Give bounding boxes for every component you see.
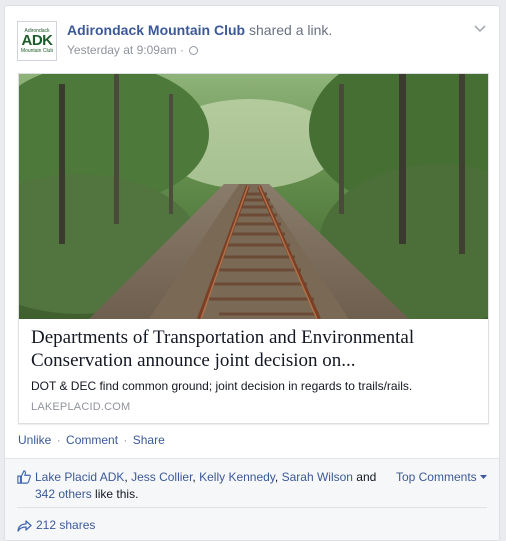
like-icon <box>17 470 31 484</box>
liker-link[interactable]: Jess Collier <box>131 470 192 484</box>
likes-summary: Lake Placid ADK, Jess Collier, Kelly Ken… <box>17 469 487 503</box>
share-icon <box>17 520 32 532</box>
meta-separator: · <box>179 43 184 57</box>
timestamp-link[interactable]: Yesterday at 9:09am <box>67 43 177 57</box>
link-preview[interactable]: Departments of Transportation and Enviro… <box>18 73 489 424</box>
shares-link[interactable]: 212 shares <box>17 518 95 532</box>
post-meta: Yesterday at 9:09am · <box>67 43 199 57</box>
chevron-down-icon[interactable] <box>473 24 487 38</box>
top-comments-label: Top Comments <box>395 470 477 484</box>
link-title[interactable]: Departments of Transportation and Enviro… <box>31 326 476 372</box>
liker-link[interactable]: Lake Placid ADK <box>35 470 124 484</box>
post-header: Adirondack ADK Mountain Club Adirondack … <box>17 18 487 62</box>
author-name-link[interactable]: Adirondack Mountain Club <box>67 22 245 38</box>
page-avatar[interactable]: Adirondack ADK Mountain Club <box>17 21 57 61</box>
list-and: and <box>352 470 377 484</box>
others-link[interactable]: 342 others <box>35 487 92 501</box>
action-separator: · <box>123 433 128 447</box>
divider <box>17 507 487 508</box>
list-comma: , <box>274 470 282 484</box>
liker-link[interactable]: Sarah Wilson <box>282 470 353 484</box>
post-action-text: shared a link. <box>249 22 333 38</box>
top-comments-dropdown[interactable]: Top Comments <box>396 469 487 486</box>
comment-button[interactable]: Comment <box>66 433 118 447</box>
post-card: Adirondack ADK Mountain Club Adirondack … <box>4 5 500 541</box>
link-image[interactable] <box>19 74 488 319</box>
social-summary: Lake Placid ADK, Jess Collier, Kelly Ken… <box>5 458 499 540</box>
liker-link[interactable]: Kelly Kennedy <box>199 470 275 484</box>
share-button[interactable]: Share <box>133 433 165 447</box>
unlike-button[interactable]: Unlike <box>18 433 51 447</box>
link-description: DOT & DEC find common ground; joint deci… <box>31 379 413 393</box>
avatar-line-2: ADK <box>21 32 54 49</box>
globe-icon[interactable] <box>189 46 199 55</box>
avatar-line-3: Mountain Club <box>20 48 54 54</box>
shares-count: 212 shares <box>36 518 96 532</box>
link-domain: LAKEPLACID.COM <box>31 401 131 413</box>
likes-text: Lake Placid ADK, Jess Collier, Kelly Ken… <box>35 469 380 503</box>
post-actions: Unlike · Comment · Share <box>18 433 165 447</box>
author-line: Adirondack Mountain Club shared a link. <box>67 22 332 38</box>
action-separator: · <box>56 433 61 447</box>
dropdown-caret-icon <box>480 475 487 479</box>
likes-suffix: like this. <box>91 487 139 501</box>
